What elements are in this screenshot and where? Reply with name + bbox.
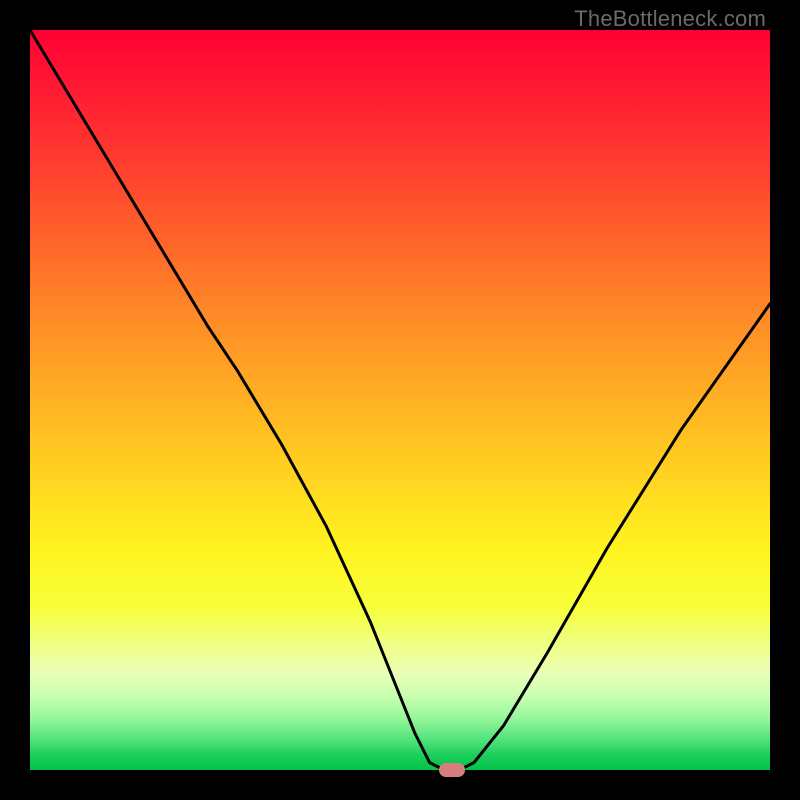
bottleneck-curve: [30, 30, 770, 770]
chart-frame: TheBottleneck.com: [0, 0, 800, 800]
optimal-point-marker: [439, 763, 465, 777]
watermark-text: TheBottleneck.com: [574, 6, 766, 32]
plot-area: [30, 30, 770, 770]
